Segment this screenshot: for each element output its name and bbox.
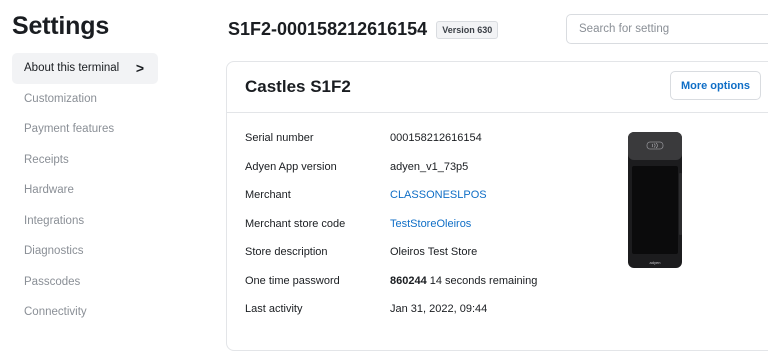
detail-row-app-version: Adyen App version adyen_v1_73p5: [245, 153, 537, 182]
detail-label: Merchant store code: [245, 217, 346, 230]
more-options-button[interactable]: More options: [670, 71, 761, 100]
sidebar-item-label: About this terminal: [24, 62, 120, 75]
detail-label: One time password: [245, 274, 340, 287]
terminal-header: S1F2-000158212616154 Version 630: [228, 19, 499, 40]
version-badge: Version 630: [436, 20, 499, 39]
device-brand-logo: adyen: [650, 260, 661, 265]
search-input[interactable]: [566, 14, 768, 44]
detail-row-otp: One time password 860244 14 seconds remai…: [245, 267, 537, 296]
serial-number-value: 000158212616154: [390, 132, 482, 145]
sidebar-item-integrations[interactable]: Integrations: [12, 206, 158, 237]
sidebar-item-hardware[interactable]: Hardware: [12, 175, 158, 206]
otp-countdown: 14 seconds remaining: [429, 274, 538, 287]
terminal-details: Serial number 000158212616154 Adyen App …: [245, 124, 537, 324]
last-activity-value: Jan 31, 2022, 09:44: [390, 303, 488, 316]
sidebar-item-label: Connectivity: [24, 306, 87, 319]
detail-label: Merchant: [245, 189, 291, 202]
store-description-value: Oleiros Test Store: [390, 246, 478, 259]
detail-row-store-code: Merchant store code TestStoreOleiros: [245, 210, 537, 239]
detail-row-last-activity: Last activity Jan 31, 2022, 09:44: [245, 295, 537, 324]
sidebar-item-connectivity[interactable]: Connectivity: [12, 297, 158, 328]
detail-label: Last activity: [245, 303, 303, 316]
detail-row-merchant: Merchant CLASSONESLPOS: [245, 181, 537, 210]
sidebar-item-label: Receipts: [24, 153, 69, 166]
sidebar-item-payment-features[interactable]: Payment features: [12, 114, 158, 145]
otp-value: 860244 14 seconds remaining: [390, 275, 537, 287]
sidebar-item-label: Diagnostics: [24, 245, 84, 258]
detail-label: Store description: [245, 246, 328, 259]
sidebar-item-customization[interactable]: Customization: [12, 84, 158, 115]
card-title: Castles S1F2: [245, 77, 351, 96]
sidebar-item-label: Payment features: [24, 123, 115, 136]
sidebar-item-receipts[interactable]: Receipts: [12, 145, 158, 176]
settings-nav: About this terminal > Customization Paym…: [12, 53, 158, 328]
page-title: Settings: [12, 12, 110, 40]
sidebar-item-label: Customization: [24, 92, 97, 105]
chevron-right-icon: >: [135, 60, 144, 77]
sidebar-item-label: Hardware: [24, 184, 74, 197]
store-code-link[interactable]: TestStoreOleiros: [390, 218, 471, 230]
terminal-card: Castles S1F2 More options Serial number …: [226, 61, 768, 351]
card-header: Castles S1F2 More options: [227, 62, 768, 113]
detail-row-serial-number: Serial number 000158212616154: [245, 124, 537, 153]
terminal-device-image: adyen: [628, 132, 682, 268]
sidebar-item-label: Integrations: [24, 214, 85, 227]
sidebar-item-passcodes[interactable]: Passcodes: [12, 267, 158, 298]
otp-code: 860244: [390, 274, 427, 287]
detail-label: Serial number: [245, 132, 314, 145]
sidebar-item-diagnostics[interactable]: Diagnostics: [12, 236, 158, 267]
app-version-value: adyen_v1_73p5: [390, 160, 469, 173]
sidebar-item-about-this-terminal[interactable]: About this terminal >: [12, 53, 158, 84]
detail-label: Adyen App version: [245, 160, 337, 173]
terminal-id-title: S1F2-000158212616154: [228, 19, 428, 39]
merchant-link[interactable]: CLASSONESLPOS: [390, 189, 487, 201]
detail-row-store-description: Store description Oleiros Test Store: [245, 238, 537, 267]
sidebar-item-label: Passcodes: [24, 275, 81, 288]
